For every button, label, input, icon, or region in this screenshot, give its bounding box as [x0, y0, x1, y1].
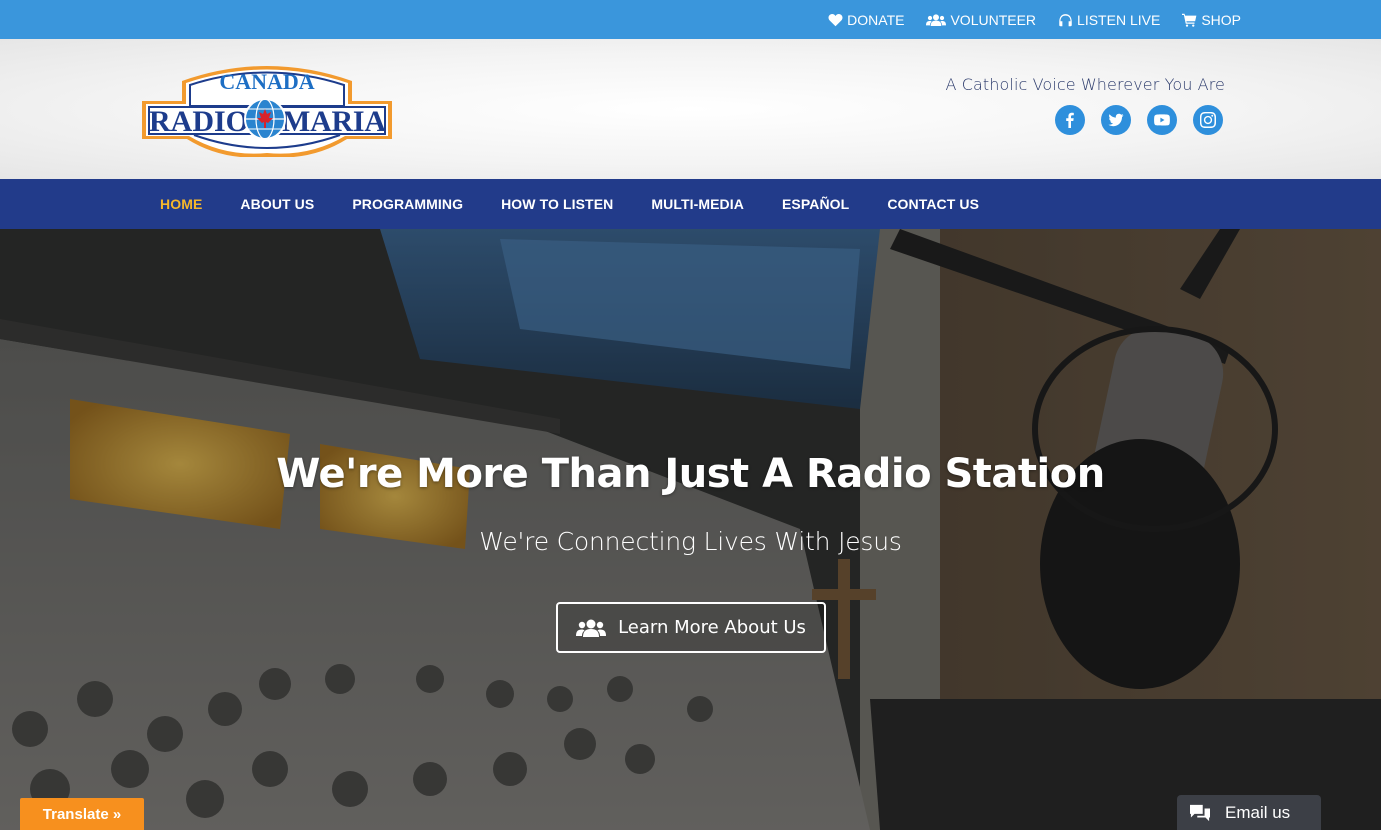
hero-subtitle: We're Connecting Lives With Jesus	[479, 527, 902, 556]
radio-maria-logo[interactable]: CANADA RADIO MARIA	[142, 61, 392, 157]
email-us-button[interactable]: Email us	[1177, 795, 1321, 830]
headphones-icon	[1059, 13, 1072, 26]
donate-label: DONATE	[847, 11, 905, 28]
instagram-link[interactable]	[1193, 105, 1223, 135]
users-icon	[576, 619, 607, 637]
translate-button[interactable]: Translate »	[20, 798, 144, 830]
hero-banner: We're More Than Just A Radio Station We'…	[0, 229, 1381, 830]
listen-live-label: LISTEN LIVE	[1077, 11, 1161, 28]
nav-items: HOME ABOUT US PROGRAMMING HOW TO LISTEN …	[141, 179, 998, 229]
social-links	[1055, 105, 1223, 135]
shop-label: SHOP	[1201, 11, 1241, 28]
shop-link[interactable]: SHOP	[1182, 12, 1241, 28]
youtube-icon	[1154, 114, 1170, 126]
logo-radio-text: RADIO	[149, 105, 249, 138]
youtube-link[interactable]	[1147, 105, 1177, 135]
logo-maria-text: MARIA	[282, 105, 386, 138]
logo-canada-text: CANADA	[219, 69, 314, 94]
instagram-icon	[1200, 112, 1216, 128]
donate-link[interactable]: DONATE	[828, 12, 904, 28]
listen-live-link[interactable]: LISTEN LIVE	[1058, 12, 1160, 28]
users-icon	[926, 13, 947, 26]
email-us-label: Email us	[1225, 802, 1291, 822]
cart-icon	[1182, 13, 1197, 27]
nav-about-us[interactable]: ABOUT US	[221, 196, 333, 212]
top-utility-bar: DONATE VOLUNTEER LISTEN LIVE SHOP	[0, 0, 1381, 39]
learn-more-label: Learn More About Us	[618, 617, 806, 638]
site-header: CANADA RADIO MARIA A Catholic Voice Wher…	[0, 39, 1381, 179]
volunteer-label: VOLUNTEER	[950, 11, 1037, 28]
facebook-link[interactable]	[1055, 105, 1085, 135]
chat-icon	[1190, 804, 1210, 821]
nav-contact-us[interactable]: CONTACT US	[868, 196, 998, 212]
facebook-icon	[1066, 112, 1074, 128]
twitter-icon	[1108, 113, 1124, 127]
top-links: DONATE VOLUNTEER LISTEN LIVE SHOP	[828, 0, 1241, 39]
learn-more-button[interactable]: Learn More About Us	[556, 602, 826, 653]
heart-icon	[828, 13, 843, 26]
main-navigation: HOME ABOUT US PROGRAMMING HOW TO LISTEN …	[0, 179, 1381, 229]
nav-multi-media[interactable]: MULTI-MEDIA	[632, 196, 763, 212]
nav-how-to-listen[interactable]: HOW TO LISTEN	[482, 196, 632, 212]
twitter-link[interactable]	[1101, 105, 1131, 135]
site-tagline: A Catholic Voice Wherever You Are	[945, 75, 1225, 94]
volunteer-link[interactable]: VOLUNTEER	[926, 12, 1036, 28]
nav-espanol[interactable]: ESPAÑOL	[763, 196, 868, 212]
nav-programming[interactable]: PROGRAMMING	[333, 196, 482, 212]
hero-title: We're More Than Just A Radio Station	[276, 451, 1105, 497]
nav-home[interactable]: HOME	[141, 196, 221, 212]
